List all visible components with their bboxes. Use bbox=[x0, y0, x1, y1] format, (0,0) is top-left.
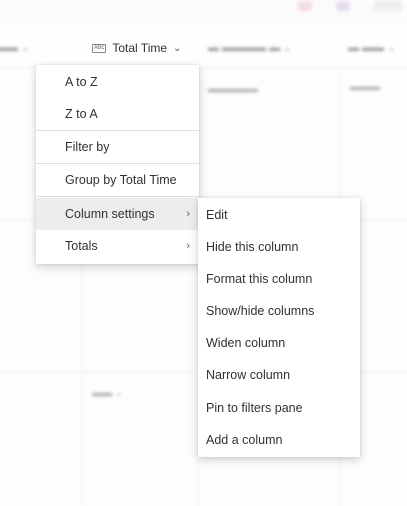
menu-item-label: Edit bbox=[206, 208, 228, 222]
column-context-menu: A to Z Z to A Filter by Group by Total T… bbox=[36, 65, 199, 264]
chevron-right-icon: › bbox=[186, 208, 190, 220]
menu-item-sort-a-to-z[interactable]: A to Z bbox=[36, 66, 199, 98]
menu-item-label: A to Z bbox=[65, 75, 98, 89]
menu-item-column-settings[interactable]: Column settings › bbox=[36, 198, 199, 230]
menu-item-label: Group by Total Time bbox=[65, 173, 177, 187]
cell-blurred: ▬▬ ⌄ bbox=[92, 388, 124, 399]
column-header-blurred: ▬▬ ⌄ bbox=[0, 42, 31, 54]
menu-item-label: Hide this column bbox=[206, 240, 299, 254]
menu-item-label: Show/hide columns bbox=[206, 304, 315, 318]
cell-blurred: ▬▬▬ bbox=[350, 82, 380, 93]
submenu-item-pin-to-filters-pane[interactable]: Pin to filters pane bbox=[198, 392, 360, 424]
column-settings-submenu: Edit Hide this column Format this column… bbox=[198, 198, 360, 457]
menu-item-label: Add a column bbox=[206, 433, 283, 447]
list-header-row: ▬▬ ⌄ ▬ ▬▬▬▬ ▬ ⌄ ▬ ▬▬ ⌄ bbox=[0, 28, 407, 68]
app-icon bbox=[336, 1, 350, 11]
menu-item-group-by[interactable]: Group by Total Time bbox=[36, 164, 199, 196]
menu-item-label: Filter by bbox=[65, 140, 110, 154]
submenu-item-show-hide-columns[interactable]: Show/hide columns bbox=[198, 295, 360, 327]
menu-item-label: Pin to filters pane bbox=[206, 401, 303, 415]
submenu-item-edit[interactable]: Edit bbox=[198, 199, 360, 231]
column-header-label: Total Time bbox=[112, 41, 168, 55]
menu-separator bbox=[36, 196, 199, 197]
menu-item-label: Widen column bbox=[206, 336, 286, 350]
menu-item-label: Column settings bbox=[65, 207, 155, 221]
menu-item-label: Narrow column bbox=[206, 368, 291, 382]
menu-item-label: Format this column bbox=[206, 272, 313, 286]
text-column-icon: Abc bbox=[92, 43, 107, 53]
menu-item-sort-z-to-a[interactable]: Z to A bbox=[36, 98, 199, 130]
submenu-item-narrow-column[interactable]: Narrow column bbox=[198, 359, 360, 391]
menu-item-totals[interactable]: Totals › bbox=[36, 230, 199, 262]
submenu-item-widen-column[interactable]: Widen column bbox=[198, 327, 360, 359]
menu-item-label: Z to A bbox=[65, 107, 98, 121]
top-bar bbox=[0, 0, 407, 20]
submenu-item-hide-column[interactable]: Hide this column bbox=[198, 231, 360, 263]
chevron-right-icon: › bbox=[186, 240, 190, 252]
total-time-column-header[interactable]: Abc Total Time ⌄ bbox=[92, 40, 181, 56]
cell-blurred: ▬▬▬▬▬ bbox=[208, 84, 258, 95]
menu-item-label: Totals bbox=[65, 239, 98, 253]
app-icon bbox=[374, 1, 402, 11]
menu-item-filter-by[interactable]: Filter by bbox=[36, 131, 199, 163]
column-header-blurred: ▬ ▬▬ ⌄ bbox=[348, 42, 397, 54]
submenu-item-add-column[interactable]: Add a column bbox=[198, 424, 360, 456]
submenu-item-format-column[interactable]: Format this column bbox=[198, 263, 360, 295]
app-icon bbox=[298, 1, 312, 11]
chevron-down-icon: ⌄ bbox=[173, 42, 182, 54]
column-header-blurred: ▬ ▬▬▬▬ ▬ ⌄ bbox=[208, 42, 293, 54]
